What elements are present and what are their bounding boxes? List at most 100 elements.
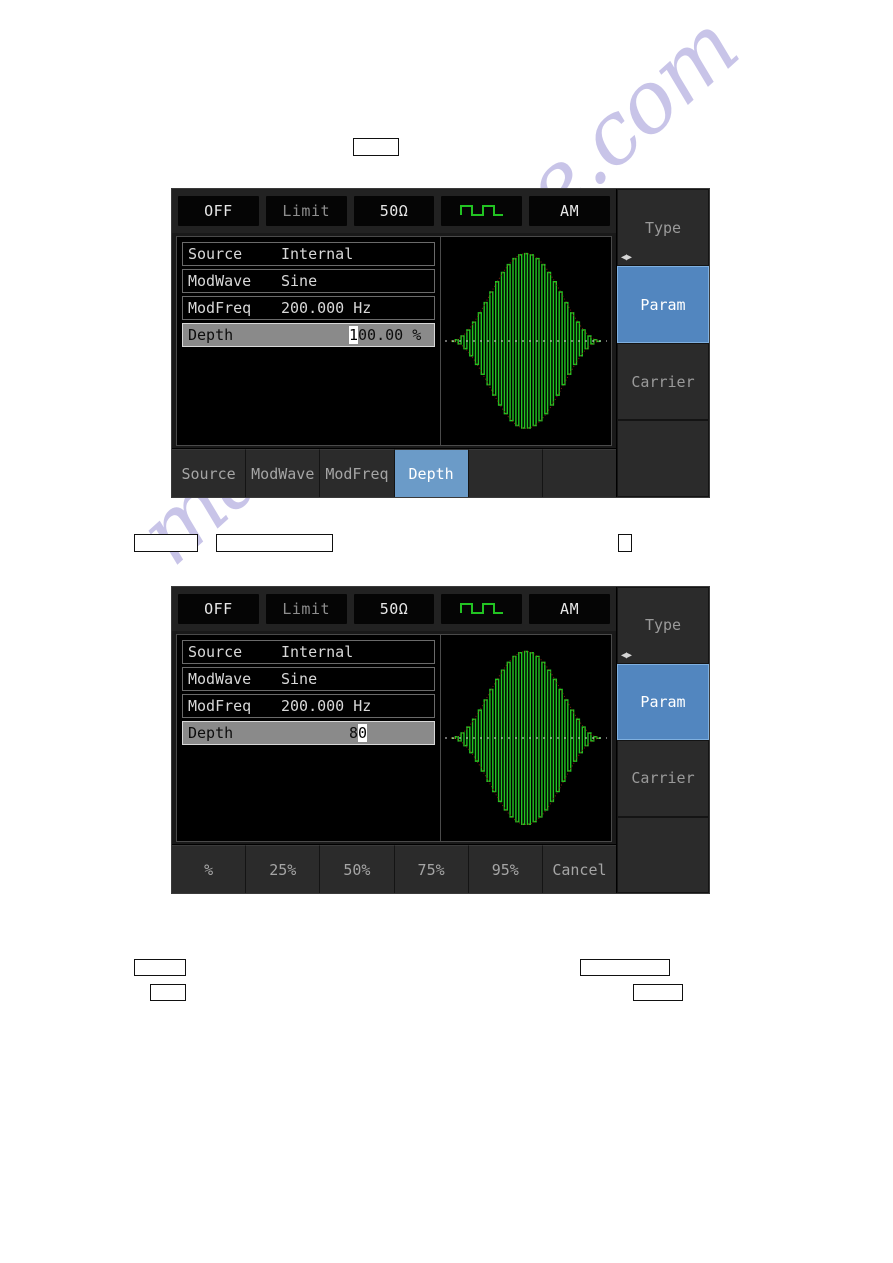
softkey-label-preset-50: 50% [343,860,371,879]
status-output-impedance[interactable]: 50Ω [353,196,435,226]
screen-body: OFF Limit 50Ω AM Source Internal ModWave Sine Mo… [172,189,709,497]
status-output-state[interactable]: OFF [178,594,259,624]
param-value-pre-modwave: Sine [281,272,318,290]
softkey-percent[interactable]: % [172,845,247,893]
softkey-label-preset-75: 75% [417,860,445,879]
param-row-modfreq[interactable]: ModFreq 200.000 Hz [182,694,435,718]
status-output-limit-label: Limit [282,600,331,618]
softkey-modwave[interactable]: ModWave [246,449,321,497]
softkey-bar: Source ModWave ModFreq Depth [172,448,617,497]
softkey-preset-95[interactable]: 95% [468,845,543,893]
left-right-arrows-icon[interactable]: ◀▶ [621,650,632,661]
placeholder-box-3 [216,534,333,552]
softkey-label-percent: % [204,860,214,879]
status-modulation-type-label: AM [560,202,580,220]
softkey-cancel[interactable]: Cancel [542,845,617,893]
status-bar: OFF Limit 50Ω AM [172,587,616,631]
param-label-modfreq: ModFreq [188,697,252,715]
softkey-bar: % 25% 50% 75% 95% Cancel [172,844,617,893]
status-carrier-waveform[interactable] [441,196,523,226]
param-row-source[interactable]: Source Internal [182,242,435,266]
status-carrier-waveform[interactable] [441,594,523,624]
side-item-carrier[interactable]: Carrier [617,343,709,420]
softkey-label-preset-25: 25% [269,860,297,879]
side-item-param[interactable]: Param [617,663,709,740]
softkey-label-cancel: Cancel [552,860,607,879]
placeholder-box-8 [633,984,683,1001]
status-output-limit[interactable]: Limit [265,196,347,226]
placeholder-box-5 [134,959,186,976]
param-label-source: Source [188,245,243,263]
status-output-impedance-label: 50Ω [379,600,409,618]
param-row-modfreq[interactable]: ModFreq 200.000 Hz [182,296,435,320]
softkey-modfreq[interactable]: ModFreq [320,449,395,497]
param-row-source[interactable]: Source Internal [182,640,435,664]
screen-body: OFF Limit 50Ω AM Source Internal ModWave Sine Mo… [172,587,709,893]
param-value-source: Internal [281,643,434,661]
param-row-modwave[interactable]: ModWave Sine [182,667,435,691]
status-modulation-type[interactable]: AM [529,196,610,226]
side-item-label-carrier: Carrier [631,372,695,391]
param-row-modwave[interactable]: ModWave Sine [182,269,435,293]
status-output-state-label: OFF [204,600,233,618]
placeholder-box-6 [150,984,186,1001]
placeholder-box-4 [618,534,632,552]
param-value-pre-modfreq: 200.000 Hz [281,697,372,715]
text-cursor: 0 [358,724,368,742]
softkey-label-preset-95: 95% [491,860,519,879]
softkey-source[interactable]: Source [172,449,247,497]
side-item-label-type: Type [644,616,682,635]
side-item-type[interactable]: Type ◀▶ [617,587,709,664]
param-value-pre-source: Internal [281,245,354,263]
softkey-depth[interactable]: Depth [394,449,469,497]
side-item-param[interactable]: Param [617,266,709,343]
softkey-preset-25[interactable]: 25% [246,845,321,893]
param-label-source: Source [188,643,243,661]
display-area: Source Internal ModWave Sine ModFreq 200.000 … [176,634,612,842]
side-item-label-type: Type [644,218,682,237]
side-item-label-param: Param [640,692,686,711]
square-wave-icon [459,603,503,614]
param-value-pre-depth: 8 [349,724,359,742]
softkey-label-source: Source [181,464,236,483]
softkey-label-modwave: ModWave [251,464,315,483]
left-right-arrows-icon[interactable]: ◀▶ [621,253,632,263]
softkey-label-depth: Depth [408,464,454,483]
param-value-pre-modwave: Sine [281,670,318,688]
waveform-preview [440,237,611,445]
side-item-empty[interactable] [617,816,709,893]
parameter-list: Source Internal ModWave Sine ModFreq 200.000 … [177,237,440,445]
modulated-waveform [445,650,607,826]
param-label-depth: Depth [188,326,234,344]
param-value-modwave: Sine [281,272,434,290]
panel-depth-value: OFF Limit 50Ω AM Source Internal ModWave Sine Mo… [171,188,710,498]
param-value-pre-source: Internal [281,643,354,661]
softkey-preset-50[interactable]: 50% [320,845,395,893]
param-row-depth[interactable]: Depth 100.00 % [182,323,435,347]
softkey-preset-75[interactable]: 75% [394,845,469,893]
status-output-limit[interactable]: Limit [265,594,347,624]
param-value-modwave: Sine [281,670,434,688]
param-value-post-depth: 00.00 % [358,326,422,344]
status-output-state-label: OFF [204,202,233,220]
softkey-blank-1[interactable] [468,449,543,497]
side-item-type[interactable]: Type ◀▶ [617,189,709,266]
status-output-state[interactable]: OFF [178,196,259,226]
panel-depth-entry: OFF Limit 50Ω AM Source Internal ModWave Sine Mo… [171,586,710,894]
side-item-empty[interactable] [617,420,709,497]
status-output-impedance[interactable]: 50Ω [353,594,435,624]
waveform-preview [440,635,611,841]
param-label-modwave: ModWave [188,670,252,688]
param-value-modfreq: 200.000 Hz [281,697,434,715]
side-item-label-param: Param [640,295,686,314]
side-item-carrier[interactable]: Carrier [617,740,709,817]
side-menu: Type ◀▶ Param Carrier [616,587,709,893]
softkey-blank-2[interactable] [542,449,617,497]
side-item-label-carrier: Carrier [631,769,695,788]
param-value-depth: 80 [281,724,434,742]
status-modulation-type[interactable]: AM [529,594,610,624]
param-label-modfreq: ModFreq [188,299,252,317]
param-row-depth[interactable]: Depth 80 [182,721,435,745]
status-modulation-type-label: AM [560,600,580,618]
status-output-limit-label: Limit [282,202,331,220]
